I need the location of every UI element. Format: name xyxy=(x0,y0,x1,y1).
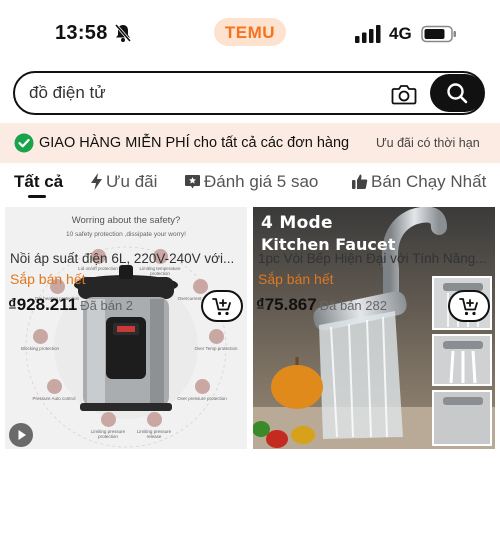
product-title[interactable]: Nồi áp suất điện 6L, 220V-240V với... xyxy=(10,251,242,266)
tab-bestsellers-label: Bán Chạy Nhất xyxy=(371,172,487,191)
tab-reviews[interactable]: Đánh giá 5 sao xyxy=(184,172,318,198)
search-button[interactable] xyxy=(430,74,484,112)
sold-count: Đã bán 282 xyxy=(319,298,387,313)
product-price: ₫928.211 xyxy=(8,295,78,314)
product-price: ₫75.867 xyxy=(256,295,317,314)
temu-badge[interactable]: TEMU xyxy=(214,18,286,46)
tab-deals-label: Ưu đãi xyxy=(106,172,158,191)
search-bar[interactable]: đồ điện tử xyxy=(13,71,485,115)
feature-label: Pressure Auto control xyxy=(29,379,79,401)
low-stock-label: Sắp bán hết xyxy=(10,271,86,287)
image-headline: Worring about the safety? xyxy=(71,215,181,226)
banner-limited-offer: Ưu đãi có thời hạn xyxy=(376,136,480,150)
price-row: ₫928.211 Đã bán 2 xyxy=(8,295,133,315)
feature-label: Over pressure protection xyxy=(177,379,227,401)
camera-icon[interactable] xyxy=(391,82,417,106)
feature-label: Limiting pressure protection xyxy=(83,412,133,439)
signal-icon xyxy=(355,25,381,43)
product-title[interactable]: 1pc Vòi Bếp Hiện Đại với Tính Năng... xyxy=(258,251,490,266)
image-subline: 10 safety protection ,dissipate your wor… xyxy=(66,231,186,238)
active-tab-indicator xyxy=(28,195,46,198)
status-time: 13:58 xyxy=(55,22,108,44)
sold-count: Đã bán 2 xyxy=(80,298,134,313)
search-input[interactable]: đồ điện tử xyxy=(29,83,106,103)
tab-all-label: Tất cả xyxy=(14,172,64,191)
price-row: ₫75.867 Đã bán 282 xyxy=(256,295,387,315)
temu-label: TEMU xyxy=(224,23,276,42)
tab-deals[interactable]: Ưu đãi xyxy=(90,172,157,198)
product-image-kitchen-faucet[interactable]: 4 Mode Kitchen Faucet xyxy=(253,207,495,449)
search-icon xyxy=(447,83,468,104)
tab-reviews-label: Đánh giá 5 sao xyxy=(204,172,319,191)
add-to-cart-button[interactable] xyxy=(448,290,490,322)
cart-plus-icon xyxy=(459,298,478,316)
check-circle-icon xyxy=(14,133,34,153)
cart-plus-icon xyxy=(212,298,231,316)
image-headline: 4 Mode Kitchen Faucet xyxy=(261,213,395,254)
video-play-button[interactable] xyxy=(9,423,33,447)
product-image-pressure-cooker[interactable]: Worring about the safety? 10 safety prot… xyxy=(5,207,247,449)
free-shipping-banner[interactable]: GIAO HÀNG MIỄN PHÍ cho tất cả các đơn hà… xyxy=(0,123,500,163)
banner-text: GIAO HÀNG MIỄN PHÍ cho tất cả các đơn hà… xyxy=(39,135,350,151)
bell-muted-icon xyxy=(114,24,132,42)
battery-icon xyxy=(421,25,456,43)
category-tabs: Tất cả Ưu đãi Đánh giá 5 sao Bán Chạy Nh… xyxy=(0,165,500,205)
low-stock-label: Sắp bán hết xyxy=(258,271,334,287)
status-bar: 13:58 TEMU 4G xyxy=(0,0,500,64)
add-to-cart-button[interactable] xyxy=(201,290,243,322)
feature-label: Over Temp protection xyxy=(191,329,241,351)
play-icon xyxy=(18,430,26,440)
network-type: 4G xyxy=(389,24,412,43)
feature-label: Limiting pressure release xyxy=(129,412,179,439)
tab-bestsellers[interactable]: Bán Chạy Nhất xyxy=(351,172,486,198)
review-icon xyxy=(185,175,200,189)
image-headline-line-1: 4 Mode xyxy=(261,213,333,233)
thumbs-up-icon xyxy=(352,174,368,189)
lightning-icon xyxy=(91,173,102,190)
feature-label: Blocking protection xyxy=(15,329,65,351)
